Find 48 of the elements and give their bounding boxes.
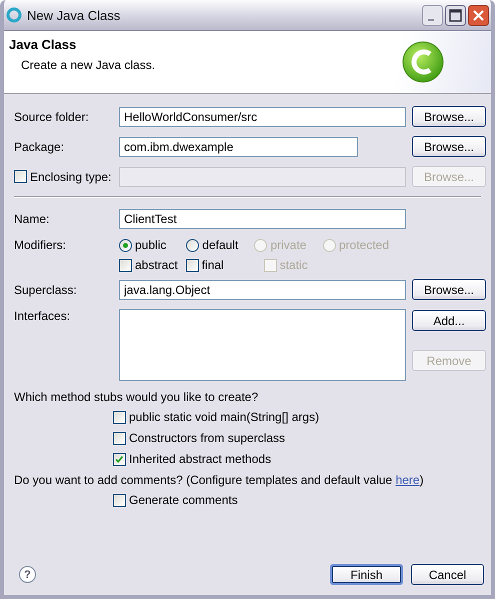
add-button[interactable]: Add... xyxy=(412,310,486,331)
browse-button[interactable]: Browse... xyxy=(412,279,486,300)
radio-button[interactable] xyxy=(186,238,200,252)
radio-label: protected xyxy=(338,238,390,252)
radio-label: private xyxy=(270,238,306,252)
page-description: Create a new Java class. xyxy=(21,58,156,72)
browse-button[interactable]: Browse... xyxy=(412,106,486,127)
cancel-button[interactable]: Cancel xyxy=(411,564,484,585)
c-circle-icon xyxy=(401,40,445,84)
field-label: Modifiers: xyxy=(14,238,66,252)
radio-label: public xyxy=(135,238,166,252)
checkbox[interactable] xyxy=(186,258,199,272)
help-icon[interactable]: ? xyxy=(19,566,36,583)
interfaces-list[interactable] xyxy=(119,309,406,381)
field-label: Interfaces: xyxy=(14,309,70,323)
checkbox-label: static xyxy=(280,258,308,272)
checkbox-label: Enclosing type: xyxy=(30,170,112,184)
checkbox-label: Constructors from superclass xyxy=(129,431,286,445)
checkbox[interactable] xyxy=(113,494,126,506)
page-title: Java Class xyxy=(9,37,78,52)
maximize-button[interactable] xyxy=(445,4,466,26)
here-link[interactable]: here xyxy=(396,473,420,487)
ring-icon xyxy=(6,7,22,23)
checkbox-label: Inherited abstract methods xyxy=(129,452,272,466)
checkbox-label: abstract xyxy=(135,258,178,272)
field-label: Superclass: xyxy=(14,282,77,296)
radio-label: default xyxy=(202,238,238,252)
text-field[interactable]: com.ibm.dwexample xyxy=(119,136,358,156)
checkbox-label: final xyxy=(202,258,224,272)
field-label: Source folder: xyxy=(14,110,89,124)
checkbox-label: public static void main(String[] args) xyxy=(129,410,320,424)
close-button[interactable] xyxy=(468,4,489,26)
window-title: New Java Class xyxy=(27,8,122,22)
comments-question: Do you want to add comments? (Configure templates and default value here) xyxy=(14,473,425,487)
checkbox-label: Generate comments xyxy=(129,493,238,507)
checkbox[interactable] xyxy=(113,410,126,424)
browse-button[interactable]: Browse... xyxy=(412,136,486,157)
text-field[interactable]: HelloWorldConsumer/src xyxy=(119,106,406,126)
field-label: Name: xyxy=(14,212,50,226)
text-field[interactable]: ClientTest xyxy=(119,209,406,229)
radio-button[interactable] xyxy=(119,238,132,252)
field-label: Package: xyxy=(14,140,64,154)
text-field[interactable]: java.lang.Object xyxy=(119,280,406,300)
checkbox[interactable] xyxy=(113,452,126,466)
finish-button[interactable]: Finish xyxy=(330,564,403,585)
stubs-question: Which method stubs would you like to create? xyxy=(14,390,260,404)
checkbox[interactable] xyxy=(119,258,132,272)
checkbox[interactable] xyxy=(113,432,126,444)
